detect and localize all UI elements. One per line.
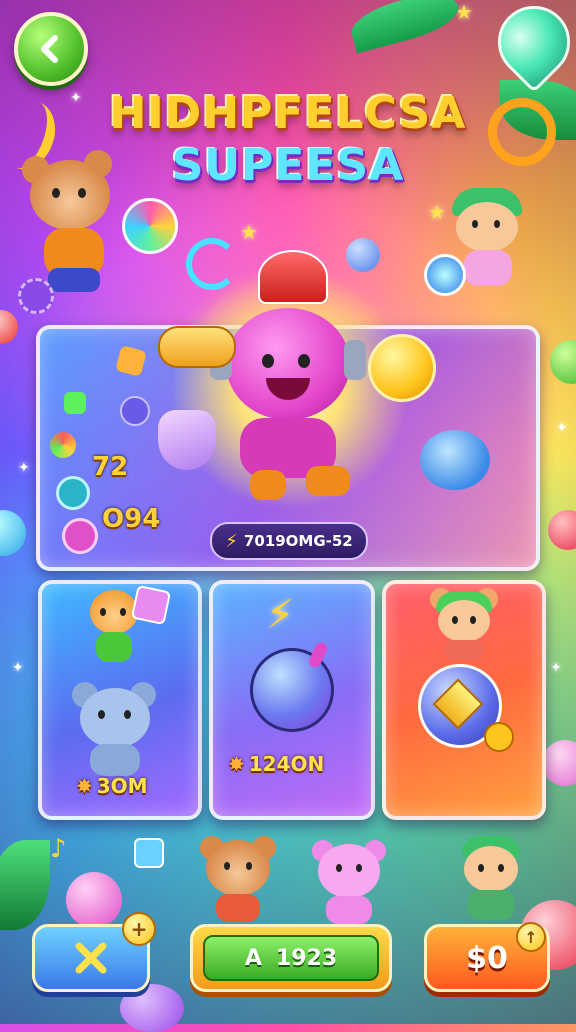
swirl-candy-icon [50,432,76,458]
play-button-value: 1923 [275,945,338,971]
sparkle-icon: ✦ [550,660,562,676]
sparkle-icon: ✦ [18,460,30,476]
blue-blob-creature [420,430,490,490]
burst-icon: ✸ [76,774,93,798]
card-1-value: 3OM [96,774,148,798]
pink-bear-character [312,840,386,924]
card-2-value-row: ✸ 124ON [228,752,324,776]
game-title-line1: HIDHPFELCSA [109,88,467,139]
bear-character [200,836,276,922]
music-note-icon: ♪ [50,834,67,864]
mouse-character [430,588,498,662]
side-value-1: 72 [92,452,129,482]
robot-hero-character [210,300,380,510]
mouse-character [456,836,526,922]
coin-icon [484,722,514,752]
redeem-code-pill[interactable]: ⚡ 7019OMG-52 [210,522,368,560]
coin-icon [368,334,436,402]
star-icon: ★ [240,220,258,244]
sparkle-icon: ✦ [556,420,568,436]
gift-card-icon [130,584,172,626]
bubble-orb [550,340,576,384]
close-x-icon [75,942,107,974]
zap-icon: ⚡ [225,530,238,552]
ring-orb-icon [56,476,90,510]
plus-icon: + [130,917,148,941]
candy-orb-icon [66,872,122,928]
gem-icon [483,0,576,93]
hammer-icon [158,326,236,368]
card-1-value-row: ✸ 3OM [76,774,148,798]
gear-icon [18,278,54,314]
add-button[interactable]: + [122,912,156,946]
play-button[interactable]: A 1923 [190,924,392,992]
back-button[interactable] [14,12,88,86]
chevron-left-icon [41,35,58,63]
leaf-decoration [346,0,464,54]
orb-icon [120,396,150,426]
bubble-orb [0,510,26,556]
koala-character [72,682,160,778]
burst-icon: ✸ [228,752,245,776]
bubble-orb [548,510,576,550]
redeem-code-text: 7019OMG-52 [243,532,353,550]
card-2-value: 124ON [248,752,325,776]
cash-badge: ↑ [516,922,546,952]
bubble-orb [0,310,18,344]
lollipop-icon [122,198,178,254]
play-button-inner: A 1923 [203,935,379,981]
play-button-letter: A [244,945,262,971]
bell-icon [258,250,328,304]
racket-icon [424,254,466,296]
gem-icon [64,392,86,414]
antenna-ball-icon [346,238,380,272]
side-value-2: O94 [102,504,161,534]
leaf-decoration [0,840,50,930]
music-note-icon [186,238,238,290]
cash-value: $0 [466,940,508,976]
sparkle-icon: ✦ [12,660,24,676]
crystal-icon [158,410,216,470]
bubble-orb [542,740,576,786]
sticker-icon [134,838,164,868]
arrow-up-icon: ↑ [524,927,538,947]
ring-orb-icon [62,518,98,554]
lightning-icon: ⚡ [266,592,295,638]
